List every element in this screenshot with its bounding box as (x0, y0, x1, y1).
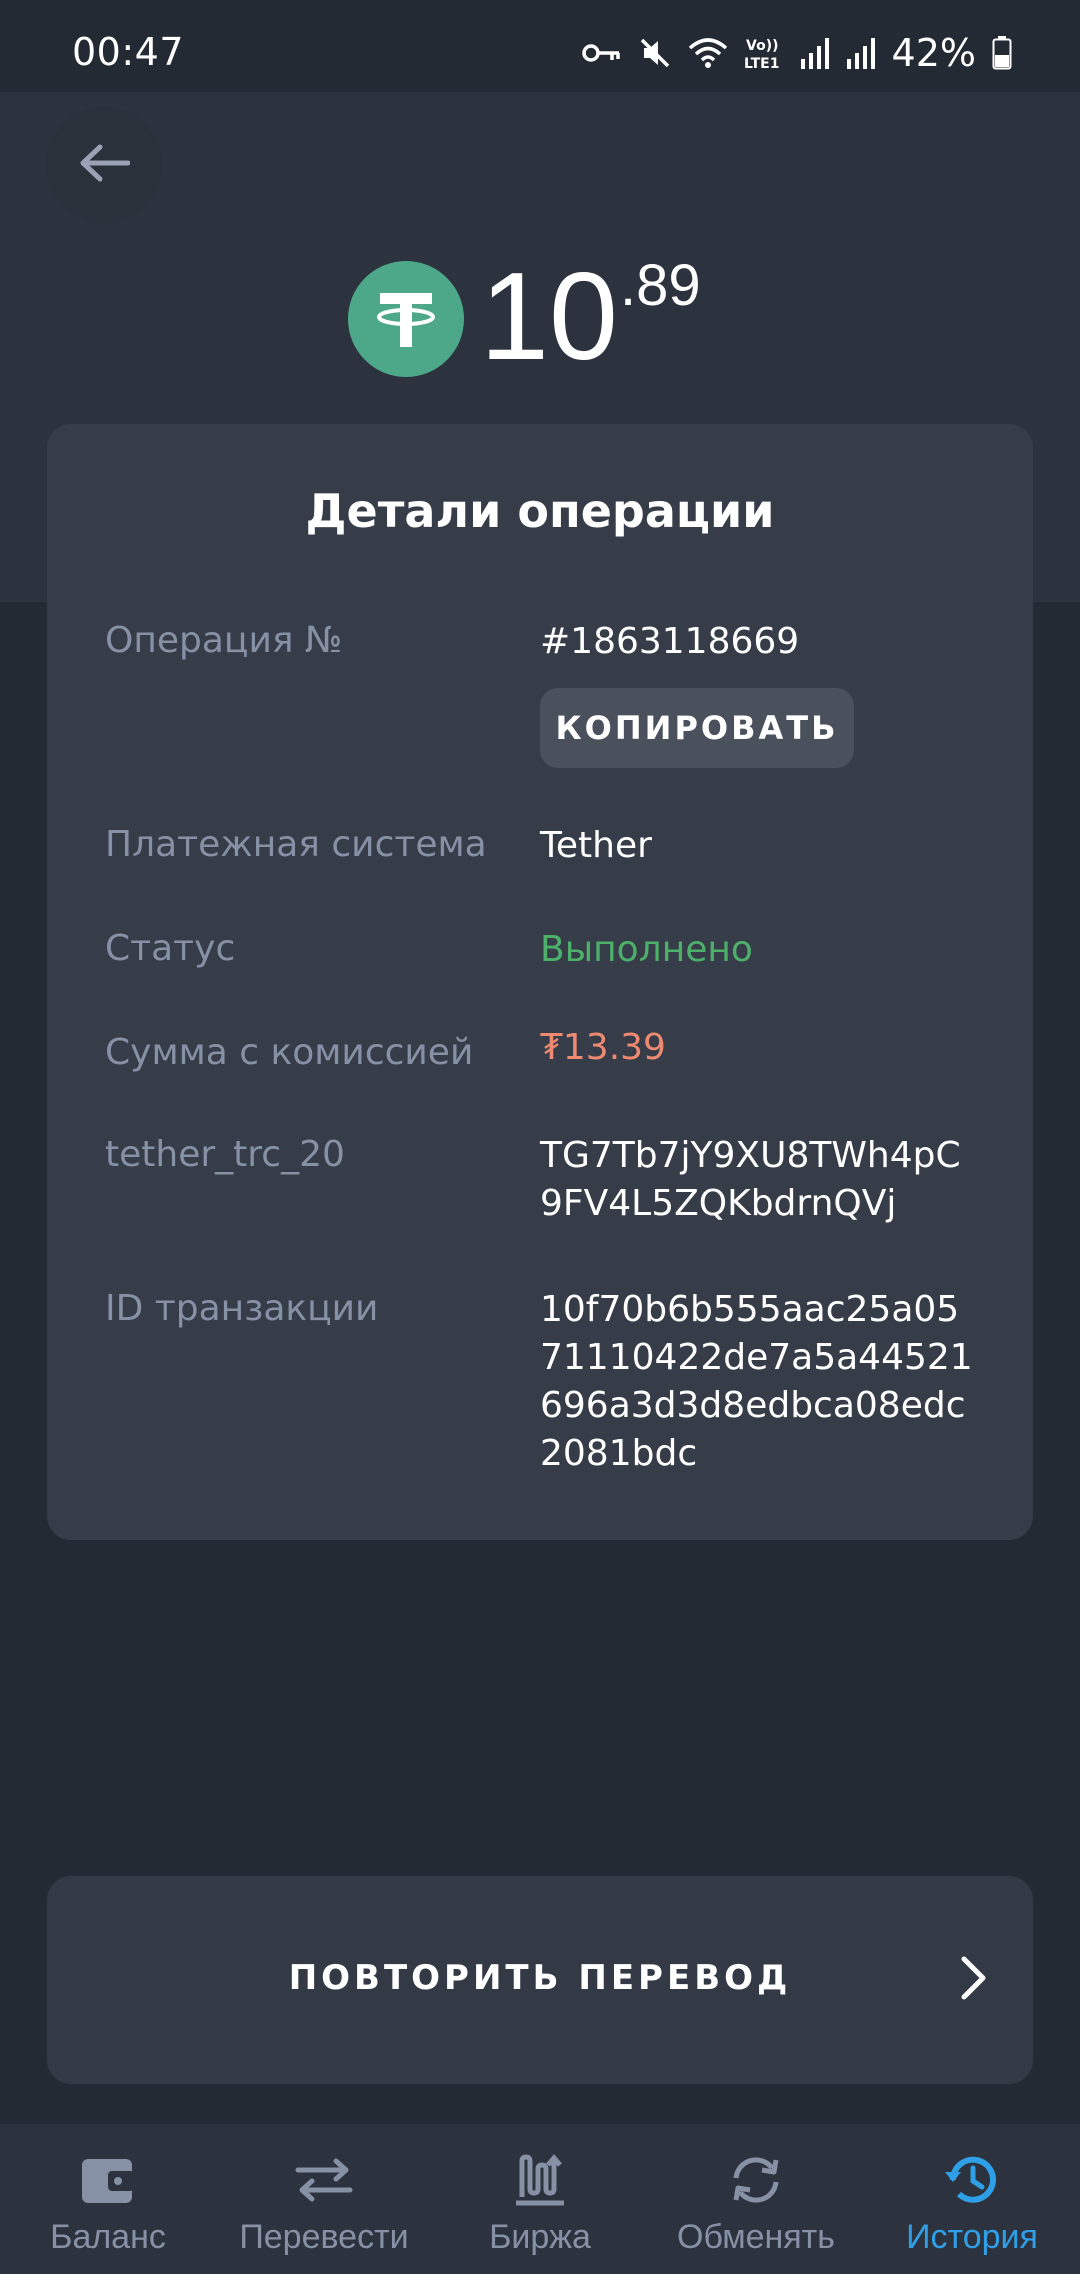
wallet-icon (80, 2150, 136, 2210)
signal-icon (800, 37, 830, 69)
status-bar: 00:47 Vo)) LTE1 42% (0, 0, 1080, 92)
card-title: Детали операции (305, 484, 775, 538)
wallet-value: TG7Tb7jY9XU8TWh4pC9FV4L5ZQKbdrnQVj (540, 1135, 961, 1224)
nav-label-exchange: Биржа (489, 2218, 591, 2256)
swap-icon (728, 2150, 784, 2210)
svg-text:Vo)): Vo)) (746, 38, 778, 54)
screen: 00:47 Vo)) LTE1 42% 10 .89 Детали операц… (0, 0, 1080, 2274)
nav-item-exchange[interactable]: Биржа (432, 2124, 648, 2274)
nav-item-balance[interactable]: Баланс (0, 2124, 216, 2274)
tether-icon (348, 261, 464, 377)
exchange-chart-icon (512, 2150, 568, 2210)
tx-value: 10f70b6b555aac25a0571110422de7a5a4452169… (540, 1289, 973, 1474)
amount-decimal: .89 (620, 253, 701, 318)
operation-value: #1863118669 (540, 621, 800, 662)
nav-label-history: История (906, 2218, 1038, 2256)
nav-label-transfer: Перевести (239, 2218, 409, 2256)
chevron-right-icon (959, 1954, 989, 2006)
status-label: Статус (105, 928, 236, 969)
payment-system-value: Tether (540, 825, 652, 866)
wifi-icon (688, 36, 728, 70)
sum-value: ₮13.39 (540, 1027, 666, 1068)
back-button[interactable] (46, 107, 162, 223)
battery-icon (992, 36, 1012, 70)
amount-display: 10 .89 (0, 255, 1080, 385)
status-icons: Vo)) LTE1 42% (581, 28, 1012, 78)
copy-button[interactable]: КОПИРОВАТЬ (540, 688, 854, 768)
bottom-nav: Баланс Перевести Биржа Обменять История (0, 2124, 1080, 2274)
volte-icon: Vo)) LTE1 (744, 35, 784, 71)
details-card: Детали операции Операция № #1863118669 К… (47, 424, 1033, 1540)
amount-integer: 10 (480, 248, 618, 386)
battery-percent: 42% (891, 31, 976, 75)
repeat-transfer-label: ПОВТОРИТЬ ПЕРЕВОД (288, 1958, 792, 1998)
svg-text:LTE1: LTE1 (744, 56, 779, 71)
history-icon (943, 2150, 1001, 2210)
wallet-label: tether_trc_20 (105, 1134, 345, 1175)
status-value: Выполнено (540, 929, 753, 970)
arrow-left-icon (78, 143, 131, 187)
repeat-transfer-button[interactable]: ПОВТОРИТЬ ПЕРЕВОД (47, 1876, 1033, 2084)
sum-label: Сумма с комиссией (105, 1032, 474, 1073)
status-time: 00:47 (72, 30, 185, 74)
nav-item-swap[interactable]: Обменять (648, 2124, 864, 2274)
nav-label-balance: Баланс (50, 2218, 166, 2256)
nav-label-swap: Обменять (677, 2218, 835, 2256)
mute-icon (638, 36, 672, 70)
transfer-icon (294, 2150, 354, 2210)
nav-item-transfer[interactable]: Перевести (216, 2124, 432, 2274)
key-icon (581, 41, 622, 65)
operation-label: Операция № (105, 620, 343, 661)
nav-item-history[interactable]: История (864, 2124, 1080, 2274)
signal-icon (846, 37, 876, 69)
payment-system-label: Платежная система (105, 824, 487, 865)
tx-label: ID транзакции (105, 1288, 379, 1329)
